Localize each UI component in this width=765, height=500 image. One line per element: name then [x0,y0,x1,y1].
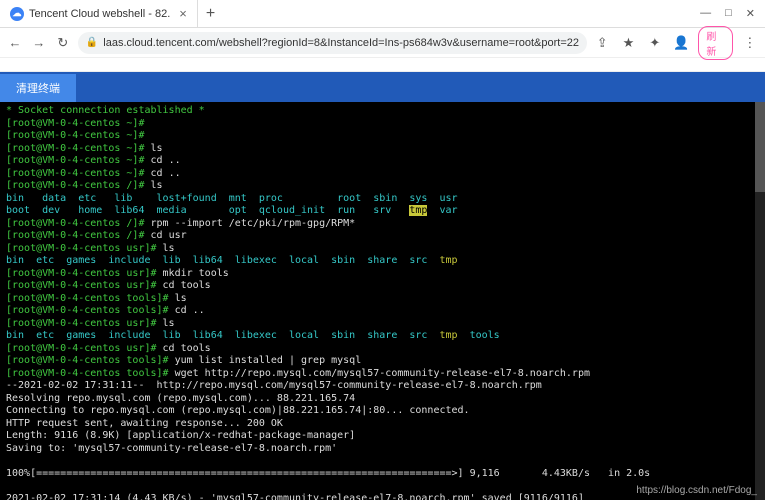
address-bar: ← → ↻ 🔒 laas.cloud.tencent.com/webshell?… [0,28,765,58]
bookmarks-bar [0,58,765,72]
share-icon[interactable]: ⇪ [593,33,611,53]
back-button[interactable]: ← [6,33,24,53]
new-tab-button[interactable]: + [198,1,223,27]
close-icon[interactable]: × [179,6,187,21]
tab-title: Tencent Cloud webshell - 82. [29,8,170,20]
watermark: https://blog.csdn.net/Fdog_ [636,485,757,498]
browser-tab[interactable]: ☁ Tencent Cloud webshell - 82. × [0,0,198,27]
browser-titlebar: ☁ Tencent Cloud webshell - 82. × + — □ ✕ [0,0,765,28]
minimize-icon[interactable]: — [700,7,711,20]
profile-icon[interactable]: 👤 [672,33,690,53]
lock-icon: 🔒 [86,37,98,48]
clear-terminal-tab[interactable]: 清理终端 [0,74,76,102]
reload-button[interactable]: ↻ [54,33,72,53]
webshell-header: 清理终端 [0,72,765,102]
cloud-icon: ☁ [10,7,24,21]
menu-icon[interactable]: ⋮ [741,33,759,53]
forward-button[interactable]: → [30,33,48,53]
close-window-icon[interactable]: ✕ [746,7,755,20]
refresh-badge[interactable]: 刷新 [698,26,732,60]
scrollbar-thumb[interactable] [755,102,765,192]
terminal-output[interactable]: * Socket connection established * [root@… [0,102,765,500]
url-text: laas.cloud.tencent.com/webshell?regionId… [103,37,579,49]
maximize-icon[interactable]: □ [725,7,732,20]
url-input[interactable]: 🔒 laas.cloud.tencent.com/webshell?region… [78,32,587,54]
scrollbar[interactable] [755,102,765,500]
window-controls: — □ ✕ [700,7,765,20]
extension-icon[interactable]: ✦ [646,33,664,53]
star-icon[interactable]: ★ [619,33,637,53]
